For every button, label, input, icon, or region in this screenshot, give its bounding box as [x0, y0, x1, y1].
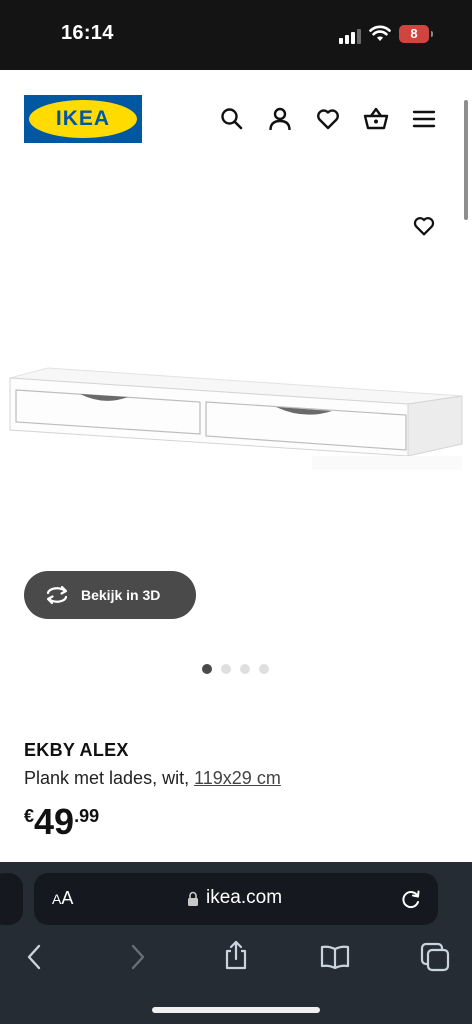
logo-text: IKEA: [29, 100, 137, 138]
view-in-3d-button[interactable]: Bekijk in 3D: [24, 571, 196, 619]
previous-tab-preview[interactable]: [0, 873, 23, 925]
back-icon[interactable]: [20, 942, 50, 972]
product-description: Plank met lades, wit, 119x29 cm: [24, 768, 281, 789]
share-icon[interactable]: [221, 940, 251, 970]
pagination-dot[interactable]: [221, 664, 231, 674]
favourite-heart-icon[interactable]: [412, 214, 436, 238]
page-scrollbar[interactable]: [464, 100, 468, 220]
cellular-signal-icon: [339, 28, 361, 44]
site-header: IKEA: [0, 70, 472, 170]
lock-icon: [188, 891, 198, 906]
battery-indicator: 8: [399, 25, 433, 43]
product-name: EKBY ALEX: [24, 740, 129, 760]
user-icon[interactable]: [267, 106, 293, 132]
ikea-logo[interactable]: IKEA: [24, 95, 142, 143]
tabs-icon[interactable]: [420, 942, 450, 972]
search-icon[interactable]: [219, 106, 245, 132]
gallery-pagination: [202, 664, 269, 674]
menu-icon[interactable]: [411, 106, 437, 132]
product-description-text: Plank met lades, wit,: [24, 768, 190, 788]
status-bar: 16:14 8: [0, 0, 472, 70]
address-bar[interactable]: AA ikea.com: [34, 873, 438, 925]
price-currency: €: [24, 806, 35, 826]
price-decimal: .99: [74, 806, 100, 826]
price-integer: 49: [34, 801, 75, 842]
rotate-3d-icon: [46, 585, 68, 605]
text-size-button[interactable]: AA: [52, 888, 73, 909]
pagination-dot[interactable]: [240, 664, 250, 674]
heart-icon[interactable]: [315, 106, 341, 132]
wifi-icon: [369, 25, 391, 41]
status-time: 16:14: [61, 22, 114, 44]
browser-toolbar: AA ikea.com: [0, 862, 472, 1024]
basket-icon[interactable]: [363, 106, 389, 132]
product-dimensions-link[interactable]: 119x29 cm: [194, 768, 281, 788]
url-text[interactable]: ikea.com: [206, 887, 282, 909]
forward-icon[interactable]: [122, 942, 152, 972]
reload-icon[interactable]: [400, 888, 422, 910]
view-in-3d-label: Bekijk in 3D: [81, 587, 161, 603]
bookmarks-icon[interactable]: [320, 942, 350, 972]
pagination-dot[interactable]: [202, 664, 212, 674]
product-image[interactable]: [8, 360, 464, 470]
pagination-dot[interactable]: [259, 664, 269, 674]
home-indicator[interactable]: [152, 1007, 320, 1013]
product-price: € 49 .99: [24, 800, 99, 844]
